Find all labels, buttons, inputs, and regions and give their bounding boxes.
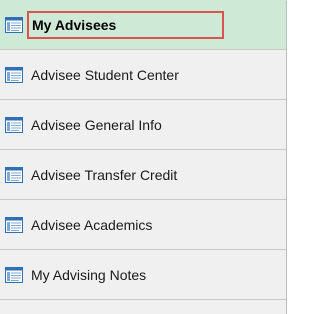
page-icon: [5, 16, 23, 33]
nav-item-label: Advisee General Info: [31, 116, 162, 133]
nav-item-label: My Advisees: [32, 16, 117, 33]
right-edge: [314, 0, 320, 314]
nav-item-label: My Advising Notes: [31, 266, 147, 283]
nav-item-advisee-general-info[interactable]: Advisee General Info: [0, 100, 286, 150]
page-icon: [5, 66, 23, 83]
page-icon: [5, 116, 23, 133]
nav-item-advisee-transfer-credit[interactable]: Advisee Transfer Credit: [0, 150, 286, 200]
advisor-nav-menu: My Advisees Advisee Student Center Advis…: [0, 0, 287, 314]
page-icon: [5, 216, 23, 233]
nav-item-my-advising-notes[interactable]: My Advising Notes: [0, 250, 286, 300]
nav-item-label: Advisee Transfer Credit: [31, 166, 178, 183]
nav-item-advisee-academics[interactable]: Advisee Academics: [0, 200, 286, 250]
nav-item-advisee-student-center[interactable]: Advisee Student Center: [0, 50, 286, 100]
nav-item-label: Advisee Academics: [31, 216, 153, 233]
page-icon: [5, 266, 23, 283]
page-icon: [5, 166, 23, 183]
nav-item-label: Advisee Student Center: [31, 66, 179, 83]
nav-item-my-advisees[interactable]: My Advisees: [0, 0, 286, 50]
